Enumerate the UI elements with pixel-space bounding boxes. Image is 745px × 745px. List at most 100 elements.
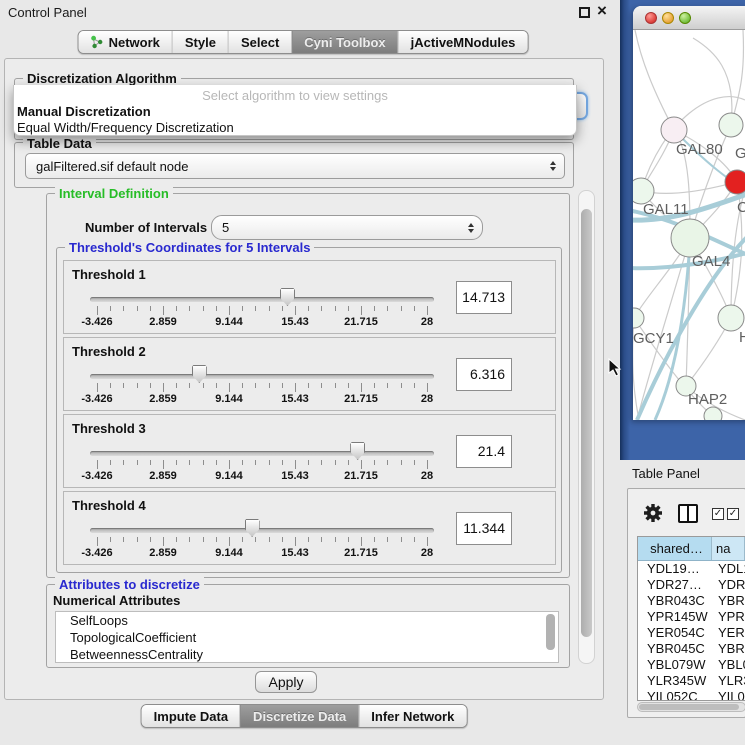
network-canvas[interactable]: GAL80GACGAL11GAL4GCY1HHAP2 — [633, 30, 745, 420]
cyni-mode-tab-bar: Impute DataDiscretize DataInfer Network — [141, 704, 468, 728]
number-of-intervals-combobox[interactable]: 5 — [211, 215, 483, 240]
slider-tick-labels: -3.4262.8599.14415.4321.71528 — [97, 470, 427, 482]
tick-mark — [414, 306, 415, 311]
split-panel-icon[interactable] — [678, 504, 698, 523]
float-window-icon[interactable] — [579, 7, 590, 18]
algorithm-option[interactable]: Manual Discretization — [17, 104, 151, 119]
threshold-slider-thumb[interactable] — [192, 365, 207, 383]
tick-mark — [387, 537, 388, 542]
attribute-list-item[interactable]: SelfLoops — [56, 612, 558, 629]
threshold-slider-track[interactable] — [90, 451, 434, 456]
algorithm-option[interactable]: Equal Width/Frequency Discretization — [17, 120, 234, 135]
tick-mark — [295, 383, 296, 392]
network-node[interactable] — [719, 113, 743, 137]
tick-mark — [335, 460, 336, 465]
slider-tick-labels: -3.4262.8599.14415.4321.71528 — [97, 393, 427, 405]
threshold-slider-track[interactable] — [90, 297, 434, 302]
tick-mark — [348, 460, 349, 465]
tab-label: Cyni Toolbox — [304, 32, 385, 53]
apply-button[interactable]: Apply — [255, 671, 317, 693]
table-horizontal-scrollbar[interactable] — [637, 702, 745, 712]
threshold-value-field[interactable]: 6.316 — [456, 358, 512, 391]
network-node[interactable] — [661, 117, 687, 143]
tick-label: 21.715 — [344, 393, 378, 405]
list-scrollbar[interactable] — [546, 614, 555, 650]
checkbox-icon[interactable]: ✓ — [712, 508, 724, 520]
tab-discretize-data[interactable]: Discretize Data — [240, 705, 358, 727]
tab-infer-network[interactable]: Infer Network — [358, 705, 466, 727]
gear-icon[interactable] — [642, 502, 664, 524]
attributes-list[interactable]: SelfLoopsTopologicalCoefficientBetweenne… — [55, 611, 559, 663]
tick-mark — [321, 460, 322, 465]
threshold-row: Threshold 1 -3.4262.8599.14415.4321.7152… — [63, 260, 556, 334]
scrollbar-thumb[interactable] — [581, 209, 592, 637]
table-row[interactable]: YDL19…YDL1 — [638, 561, 745, 577]
table-row[interactable]: YBR045CYBR0 — [638, 641, 745, 657]
table-row[interactable]: YER054CYER0 — [638, 625, 745, 641]
network-window-titlebar[interactable] — [633, 6, 745, 30]
threshold-slider-track[interactable] — [90, 374, 434, 379]
column-header[interactable]: shared… — [638, 537, 712, 560]
tick-label: 9.144 — [215, 547, 243, 559]
tick-mark — [401, 306, 402, 311]
tick-mark — [321, 537, 322, 542]
table-cell: YBR043C — [638, 593, 712, 609]
tab-style[interactable]: Style — [172, 31, 228, 53]
threshold-row: Threshold 3 -3.4262.8599.14415.4321.7152… — [63, 414, 556, 488]
attribute-list-item[interactable]: TopologicalCoefficient — [56, 629, 558, 646]
tab-jactivemnodules[interactable]: jActiveMNodules — [398, 31, 528, 53]
node-label: H — [739, 329, 745, 346]
tick-mark — [97, 460, 98, 469]
threshold-slider-thumb[interactable] — [350, 442, 365, 460]
scrollbar-thumb[interactable] — [639, 704, 739, 710]
tick-mark — [203, 383, 204, 388]
table-row[interactable]: YPR145WYPR1 — [638, 609, 745, 625]
threshold-slider-thumb[interactable] — [245, 519, 260, 537]
node-label: GAL4 — [692, 253, 730, 270]
tick-mark — [203, 306, 204, 311]
table-cell: YBR0 — [712, 593, 745, 609]
column-header[interactable]: na — [712, 537, 745, 560]
tab-cyni-toolbox[interactable]: Cyni Toolbox — [291, 31, 397, 53]
threshold-value-field[interactable]: 14.713 — [456, 281, 512, 314]
network-icon — [91, 35, 104, 49]
table-row[interactable]: YBR043CYBR0 — [638, 593, 745, 609]
tab-network[interactable]: Network — [79, 31, 172, 53]
close-icon[interactable]: × — [597, 1, 607, 21]
tick-mark — [374, 306, 375, 311]
attribute-list-item[interactable]: BetweennessCentrality — [56, 646, 558, 663]
tab-impute-data[interactable]: Impute Data — [142, 705, 240, 727]
tick-mark — [203, 460, 204, 465]
table-panel-titlebar: Table Panel — [620, 460, 745, 488]
network-node[interactable] — [704, 407, 722, 420]
tick-mark — [97, 383, 98, 392]
threshold-slider-thumb[interactable] — [280, 288, 295, 306]
table-row[interactable]: YDR27…YDR2 — [638, 577, 745, 593]
network-node[interactable] — [671, 219, 709, 257]
close-traffic-light-icon[interactable] — [645, 12, 657, 24]
tick-mark — [282, 537, 283, 542]
tick-mark — [176, 537, 177, 542]
threshold-value-field[interactable]: 11.344 — [456, 512, 512, 545]
tick-label: 15.43 — [281, 316, 309, 328]
zoom-traffic-light-icon[interactable] — [679, 12, 691, 24]
tab-select[interactable]: Select — [228, 31, 291, 53]
tick-mark — [189, 383, 190, 388]
threshold-value-field[interactable]: 21.4 — [456, 435, 512, 468]
tick-mark — [427, 383, 428, 392]
table-data-group: Table Data galFiltered.sif default node — [14, 142, 574, 188]
table-row[interactable]: YIL052CYIL0 — [638, 689, 745, 701]
network-node[interactable] — [725, 170, 745, 194]
table-row[interactable]: YBL079WYBL0 — [638, 657, 745, 673]
tick-mark — [321, 383, 322, 388]
table-row[interactable]: YLR345WYLR3 — [638, 673, 745, 689]
network-node[interactable] — [633, 308, 644, 328]
table-data-combobox[interactable]: galFiltered.sif default node — [25, 153, 565, 179]
network-node[interactable] — [718, 305, 744, 331]
threshold-slider-track[interactable] — [90, 528, 434, 533]
network-edge — [731, 30, 744, 125]
checkbox-icon[interactable]: ✓ — [727, 508, 739, 520]
settings-scrollbar[interactable] — [578, 190, 595, 664]
minimize-traffic-light-icon[interactable] — [662, 12, 674, 24]
tick-label: 9.144 — [215, 470, 243, 482]
